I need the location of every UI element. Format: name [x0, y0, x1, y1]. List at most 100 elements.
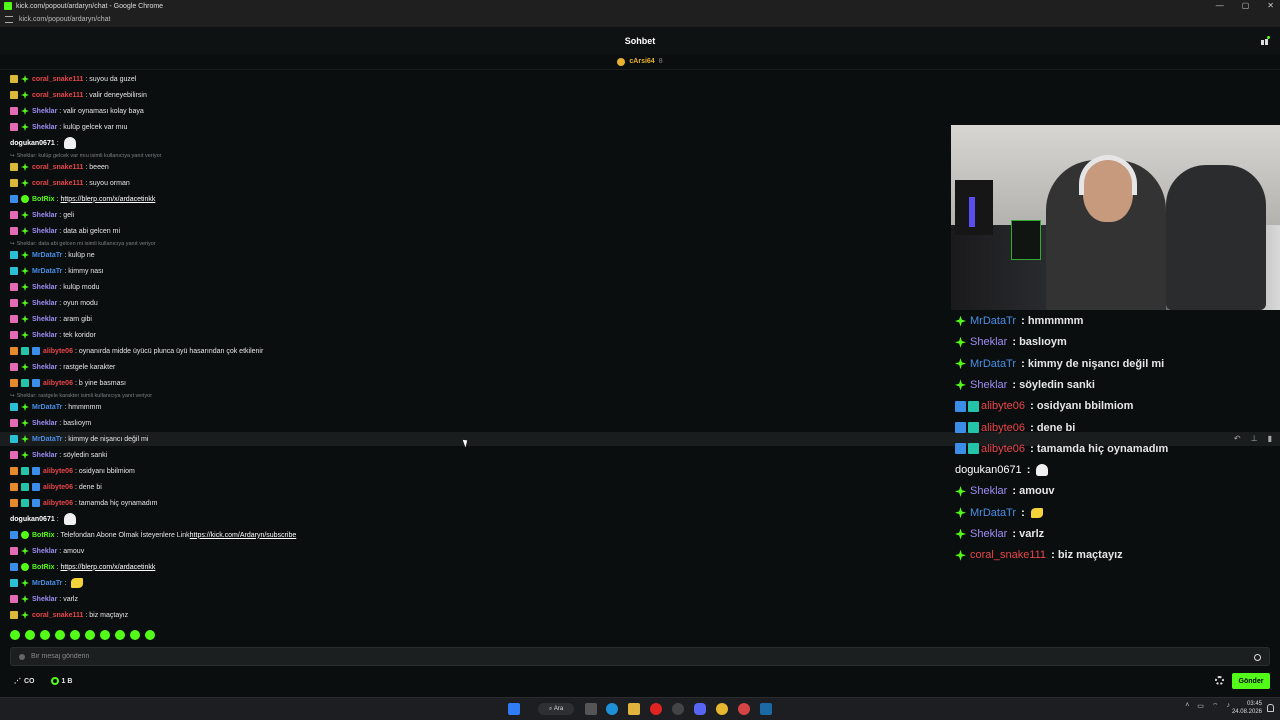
chat-message[interactable]: alibyte06: oynanırda midde üyücü plunca … [10, 344, 263, 358]
username[interactable]: Sheklar [970, 336, 1007, 348]
chrome-icon[interactable] [716, 703, 728, 715]
notification-icon[interactable] [1267, 704, 1274, 712]
username[interactable]: MrDataTr [32, 252, 62, 259]
username[interactable]: coral_snake111 [32, 612, 83, 619]
username[interactable]: alibyte06 [43, 468, 73, 475]
chat-message[interactable]: MrDataTr: kimmy nası [10, 264, 104, 278]
username[interactable]: coral_snake111 [32, 76, 83, 83]
username[interactable]: MrDataTr [970, 507, 1016, 519]
username[interactable]: coral_snake111 [32, 180, 83, 187]
username[interactable]: Sheklar [32, 108, 57, 115]
message-link[interactable]: https://blerp.com/x/ardacetinkk [60, 564, 155, 571]
chat-message[interactable]: MrDataTr: kulüp ne [10, 248, 95, 262]
quick-emote-icon[interactable] [55, 630, 65, 640]
url-text[interactable]: kick.com/popout/ardaryn/chat [19, 16, 110, 23]
site-settings-icon[interactable] [5, 16, 13, 23]
volume-icon[interactable]: ♪ [1227, 702, 1231, 711]
username[interactable]: Sheklar [32, 300, 57, 307]
opera-icon[interactable] [650, 703, 662, 715]
quick-emote-icon[interactable] [10, 630, 20, 640]
chat-message[interactable]: alibyte06: tamamda hiç oynamadım [10, 496, 157, 510]
chat-message[interactable]: Sheklar: tek koridor [10, 328, 96, 342]
username[interactable]: MrDataTr [32, 580, 62, 587]
username[interactable]: BotRix [32, 196, 55, 203]
chat-message[interactable]: MrDataTr: hmmmmm [10, 400, 101, 414]
username[interactable]: BotRix [32, 564, 55, 571]
username[interactable]: coral_snake111 [970, 549, 1046, 561]
pinned-gifter[interactable]: cArsi64 8 [0, 54, 1280, 70]
pin-icon[interactable]: ⊥ [1251, 434, 1258, 443]
message-link[interactable]: https://blerp.com/x/ardacetinkk [60, 196, 155, 203]
chat-message[interactable]: Sheklar: amouv [10, 544, 84, 558]
close-icon[interactable]: ✕ [1267, 0, 1274, 12]
chat-message[interactable]: dogukan0671: [10, 512, 76, 526]
chat-message[interactable]: MrDataTr: [10, 576, 84, 590]
reply-icon[interactable]: ↶ [1234, 434, 1241, 443]
message-link[interactable]: https://kick.com/Ardaryn/subscribe [190, 532, 297, 539]
quick-emote-icon[interactable] [85, 630, 95, 640]
chat-message[interactable]: Sheklar: kulüp modu [10, 280, 99, 294]
username[interactable]: coral_snake111 [32, 92, 83, 99]
message-input[interactable] [31, 653, 1231, 660]
chat-message[interactable]: Sheklar: varlz [10, 592, 78, 606]
emote-picker-icon[interactable] [19, 653, 25, 660]
maximize-icon[interactable]: ▢ [1242, 0, 1250, 12]
username[interactable]: Sheklar [970, 379, 1007, 391]
chat-message[interactable]: Sheklar: baslıoym [10, 416, 91, 430]
username[interactable]: alibyte06 [43, 500, 73, 507]
delete-icon[interactable]: ▮ [1268, 434, 1272, 443]
quick-emote-icon[interactable] [40, 630, 50, 640]
chat-message[interactable]: coral_snake111: valir deneyebilirsin [10, 88, 147, 102]
chat-message[interactable]: Sheklar: valir oynaması kolay baya [10, 104, 144, 118]
username[interactable]: Sheklar [32, 228, 57, 235]
chat-message[interactable]: BotRix: https://blerp.com/x/ardacetinkk [10, 560, 155, 574]
chat-message[interactable]: dogukan0671: [10, 136, 76, 150]
network-icon[interactable]: ▭ [1197, 702, 1204, 711]
username[interactable]: dogukan0671 [955, 464, 1022, 476]
left-stat[interactable]: ⋰ CO [14, 677, 35, 686]
obs-icon[interactable] [672, 703, 684, 715]
quick-emote-icon[interactable] [100, 630, 110, 640]
wifi-icon[interactable]: ⌔ [1212, 702, 1219, 711]
emoji-icon[interactable] [1254, 654, 1261, 661]
chat-message[interactable]: BotRix: https://blerp.com/x/ardacetinkk [10, 192, 155, 206]
username[interactable]: Sheklar [32, 284, 57, 291]
chat-message[interactable]: alibyte06: b yine basması [10, 376, 126, 390]
chat-message[interactable]: coral_snake111: suyou da guzel [10, 72, 136, 86]
system-clock[interactable]: 03:45 24.08.2026 [1232, 700, 1262, 716]
username[interactable]: coral_snake111 [32, 164, 83, 171]
username[interactable]: BotRix [32, 532, 55, 539]
file-explorer-icon[interactable] [628, 703, 640, 715]
chrome-alt-icon[interactable] [738, 703, 750, 715]
username[interactable]: Sheklar [32, 548, 57, 555]
taskbar-search[interactable]: ⌕ Ara [538, 703, 574, 715]
discord-icon[interactable] [694, 703, 706, 715]
chat-message[interactable]: Sheklar: kulüp gelcek var mıu [10, 120, 127, 134]
chat-message[interactable]: coral_snake111: suyou orman [10, 176, 130, 190]
windows-start-icon[interactable] [508, 703, 520, 715]
users-icon[interactable] [1260, 36, 1270, 46]
username[interactable]: Sheklar [32, 452, 57, 459]
chat-message[interactable]: Sheklar: aram gibi [10, 312, 92, 326]
username[interactable]: Sheklar [970, 485, 1007, 497]
quick-emote-icon[interactable] [130, 630, 140, 640]
chat-message[interactable]: alibyte06: osidyanı bbilmiom [10, 464, 135, 478]
quick-emote-icon[interactable] [70, 630, 80, 640]
chat-message[interactable]: Sheklar: söyledin sanki [10, 448, 107, 462]
quick-emote-icon[interactable] [145, 630, 155, 640]
username[interactable]: Sheklar [32, 332, 57, 339]
username[interactable]: Sheklar [32, 596, 57, 603]
quick-emote-icon[interactable] [25, 630, 35, 640]
username[interactable]: alibyte06 [43, 348, 73, 355]
username[interactable]: Sheklar [32, 316, 57, 323]
chat-message[interactable]: Sheklar: geli [10, 208, 74, 222]
username[interactable]: alibyte06 [981, 400, 1025, 412]
username[interactable]: MrDataTr [32, 436, 62, 443]
username[interactable]: dogukan0671 [10, 516, 55, 523]
username[interactable]: Sheklar [970, 528, 1007, 540]
chat-message[interactable]: coral_snake111: beeen [10, 160, 109, 174]
username[interactable]: MrDataTr [970, 358, 1016, 370]
chat-message[interactable]: BotRix: Telefondan Abone Olmak İsteyenle… [10, 528, 296, 542]
chat-message[interactable]: Sheklar: data abi gelcen mi [10, 224, 120, 238]
username[interactable]: MrDataTr [32, 404, 62, 411]
